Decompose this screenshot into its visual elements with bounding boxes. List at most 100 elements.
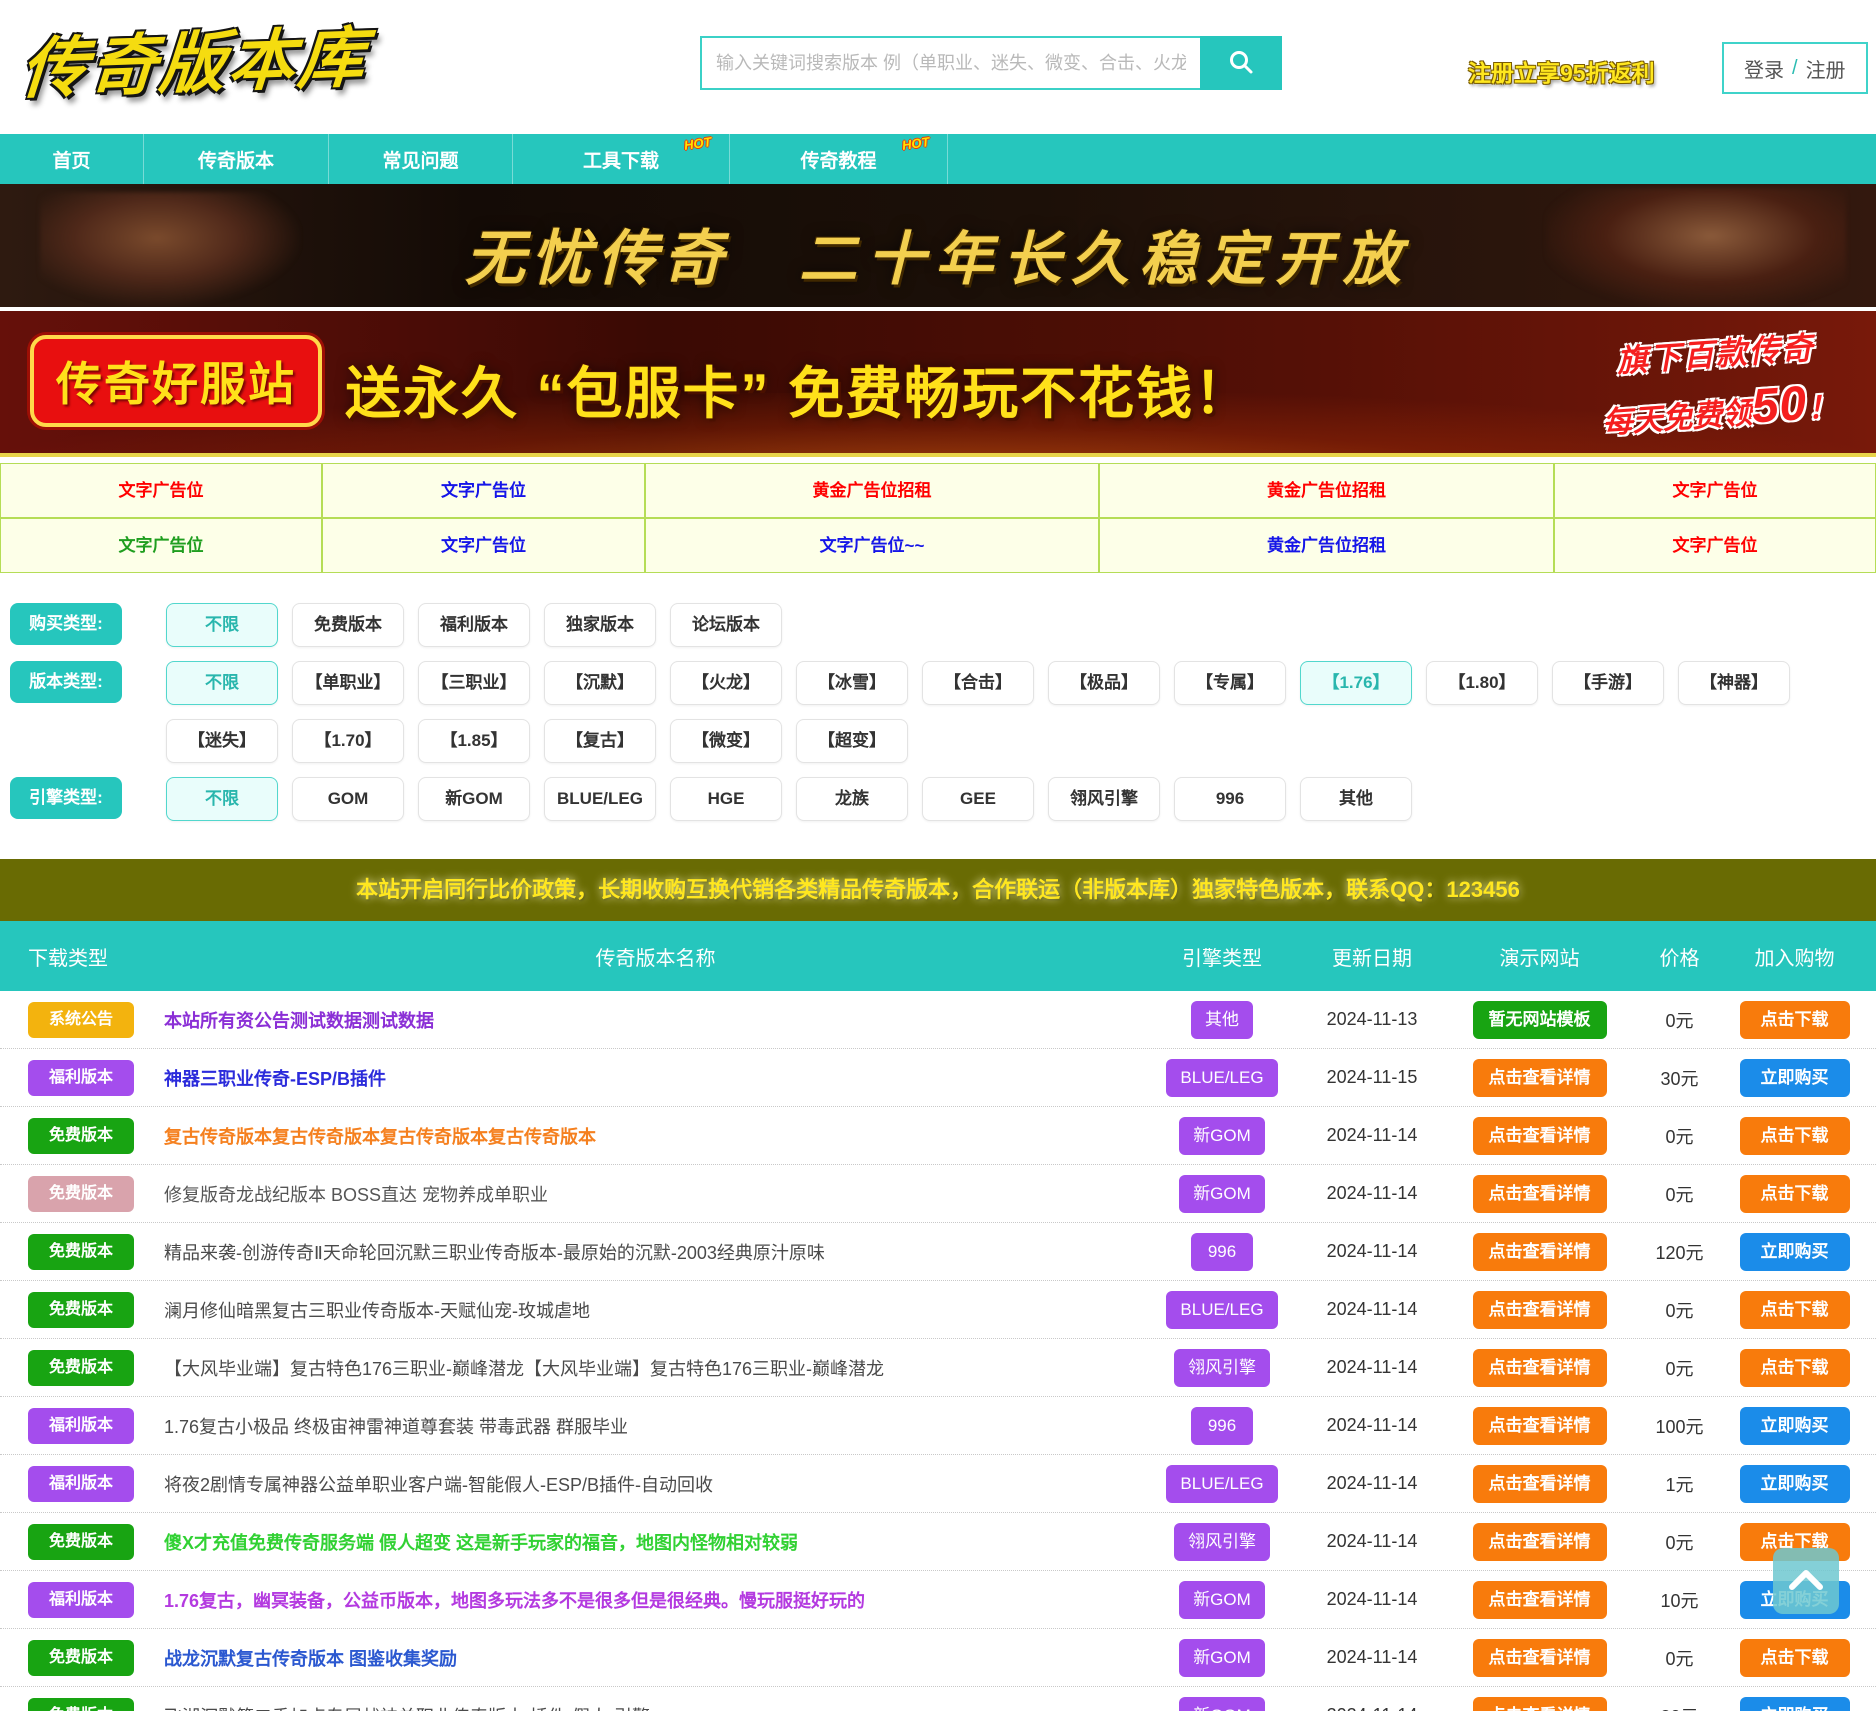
action-button[interactable]: 立即购买 bbox=[1740, 1407, 1850, 1445]
action-button[interactable]: 立即购买 bbox=[1740, 1465, 1850, 1503]
filter-option[interactable]: 【冰雪】 bbox=[796, 661, 908, 705]
filter-option[interactable]: 龙族 bbox=[796, 777, 908, 821]
filter-option[interactable]: 【1.76】 bbox=[1300, 661, 1412, 705]
filter-option[interactable]: 【单职业】 bbox=[292, 661, 404, 705]
action-button[interactable]: 点击下载 bbox=[1740, 1175, 1850, 1213]
filter-option[interactable]: 论坛版本 bbox=[670, 603, 782, 647]
demo-button[interactable]: 点击查看详情 bbox=[1473, 1349, 1607, 1387]
filter-option[interactable]: 【1.80】 bbox=[1426, 661, 1538, 705]
text-ad-slot[interactable]: 文字广告位 bbox=[322, 518, 645, 573]
back-to-top-button[interactable] bbox=[1773, 1548, 1839, 1614]
version-title-link[interactable]: 飞湖沉默第二季加点专属战神单职业传奇版本-插件-假人-引擎 bbox=[164, 1707, 650, 1711]
filter-option[interactable]: 不限 bbox=[166, 777, 278, 821]
version-title-link[interactable]: 神器三职业传奇-ESP/B插件 bbox=[164, 1069, 386, 1089]
filter-option[interactable]: 新GOM bbox=[418, 777, 530, 821]
filter-option[interactable]: 【1.85】 bbox=[418, 719, 530, 763]
login-label[interactable]: 登录 bbox=[1744, 54, 1784, 83]
filter-option[interactable]: 996 bbox=[1174, 777, 1286, 821]
text-ad-slot[interactable]: 黄金广告位招租 bbox=[645, 463, 1099, 518]
filter-option[interactable]: 独家版本 bbox=[544, 603, 656, 647]
version-title-link[interactable]: 【大风毕业端】复古特色176三职业-巅峰潜龙【大风毕业端】复古特色176三职业-… bbox=[164, 1359, 884, 1379]
filter-option[interactable]: 【手游】 bbox=[1552, 661, 1664, 705]
filter-option[interactable]: 翎风引擎 bbox=[1048, 777, 1160, 821]
text-ad-slot[interactable]: 文字广告位~~ bbox=[645, 518, 1099, 573]
demo-button[interactable]: 点击查看详情 bbox=[1473, 1407, 1607, 1445]
text-ad-slot[interactable]: 文字广告位 bbox=[0, 518, 322, 573]
filter-option[interactable]: GOM bbox=[292, 777, 404, 821]
table-row: 福利版本将夜2剧情专属神器公益单职业客户端-智能假人-ESP/B插件-自动回收B… bbox=[0, 1455, 1876, 1513]
nav-item-常见问题[interactable]: 常见问题 bbox=[329, 134, 513, 184]
demo-button[interactable]: 点击查看详情 bbox=[1473, 1697, 1607, 1711]
update-date: 2024-11-14 bbox=[1297, 1415, 1447, 1436]
version-title-link[interactable]: 战龙沉默复古传奇版本 图鉴收集奖励 bbox=[164, 1649, 457, 1669]
filter-option[interactable]: 【微变】 bbox=[670, 719, 782, 763]
demo-button[interactable]: 暂无网站模板 bbox=[1473, 1001, 1607, 1039]
filter-option[interactable]: 【1.70】 bbox=[292, 719, 404, 763]
filter-option[interactable]: 【专属】 bbox=[1174, 661, 1286, 705]
demo-button[interactable]: 点击查看详情 bbox=[1473, 1117, 1607, 1155]
filter-option[interactable]: 【神器】 bbox=[1678, 661, 1790, 705]
filter-option[interactable]: 不限 bbox=[166, 603, 278, 647]
nav-item-首页[interactable]: 首页 bbox=[0, 134, 144, 184]
demo-button[interactable]: 点击查看详情 bbox=[1473, 1523, 1607, 1561]
action-button[interactable]: 点击下载 bbox=[1740, 1117, 1850, 1155]
filter-option[interactable]: 【复古】 bbox=[544, 719, 656, 763]
version-title-link[interactable]: 精品来袭-创游传奇Ⅱ天命轮回沉默三职业传奇版本-最原始的沉默-2003经典原汁原… bbox=[164, 1243, 825, 1263]
filter-option[interactable]: 【超变】 bbox=[796, 719, 908, 763]
filter-option[interactable]: HGE bbox=[670, 777, 782, 821]
filter-option[interactable]: GEE bbox=[922, 777, 1034, 821]
filter-option[interactable]: 【三职业】 bbox=[418, 661, 530, 705]
search-button[interactable] bbox=[1200, 36, 1282, 90]
register-label[interactable]: 注册 bbox=[1806, 54, 1846, 83]
nav-item-工具下载[interactable]: 工具下载HOT bbox=[513, 134, 730, 184]
action-button[interactable]: 点击下载 bbox=[1740, 1291, 1850, 1329]
filter-option[interactable]: 【迷失】 bbox=[166, 719, 278, 763]
filter-option[interactable]: 免费版本 bbox=[292, 603, 404, 647]
demo-button[interactable]: 点击查看详情 bbox=[1473, 1291, 1607, 1329]
demo-button[interactable]: 点击查看详情 bbox=[1473, 1465, 1607, 1503]
version-title-link[interactable]: 复古传奇版本复古传奇版本复古传奇版本复古传奇版本 bbox=[164, 1127, 596, 1147]
page: 传奇版本库 注册立享95折返利 登录 / 注册 首页传奇版本常见问题工具下载HO… bbox=[0, 0, 1876, 1711]
text-ad-slot[interactable]: 黄金广告位招租 bbox=[1099, 463, 1554, 518]
filter-option[interactable]: 【沉默】 bbox=[544, 661, 656, 705]
version-title-link[interactable]: 本站所有资公告测试数据测试数据 bbox=[164, 1011, 434, 1031]
text-ad-slot[interactable]: 文字广告位 bbox=[322, 463, 645, 518]
text-ad-slot[interactable]: 文字广告位 bbox=[0, 463, 322, 518]
action-button[interactable]: 立即购买 bbox=[1740, 1233, 1850, 1271]
text-ad-slot[interactable]: 文字广告位 bbox=[1554, 463, 1876, 518]
action-button[interactable]: 点击下载 bbox=[1740, 1001, 1850, 1039]
demo-button[interactable]: 点击查看详情 bbox=[1473, 1581, 1607, 1619]
version-title-link[interactable]: 修复版奇龙战纪版本 BOSS直达 宠物养成单职业 bbox=[164, 1185, 548, 1205]
text-ad-slot[interactable]: 文字广告位 bbox=[1554, 518, 1876, 573]
nav-item-传奇教程[interactable]: 传奇教程HOT bbox=[730, 134, 948, 184]
search-input[interactable] bbox=[700, 36, 1200, 90]
action-button[interactable]: 点击下载 bbox=[1740, 1639, 1850, 1677]
nav-item-传奇版本[interactable]: 传奇版本 bbox=[144, 134, 329, 184]
filter-option[interactable]: 【火龙】 bbox=[670, 661, 782, 705]
filter-option[interactable]: 其他 bbox=[1300, 777, 1412, 821]
demo-button[interactable]: 点击查看详情 bbox=[1473, 1175, 1607, 1213]
demo-button[interactable]: 点击查看详情 bbox=[1473, 1639, 1607, 1677]
site-logo: 传奇版本库 bbox=[18, 4, 371, 112]
action-button[interactable]: 立即购买 bbox=[1740, 1059, 1850, 1097]
filter-option[interactable]: 【合击】 bbox=[922, 661, 1034, 705]
version-title-link[interactable]: 澜月修仙暗黑复古三职业传奇版本-天赋仙宠-玫城虐地 bbox=[164, 1301, 590, 1321]
login-register-button[interactable]: 登录 / 注册 bbox=[1722, 42, 1868, 94]
demo-button[interactable]: 点击查看详情 bbox=[1473, 1233, 1607, 1271]
engine-badge: 翎风引擎 bbox=[1174, 1523, 1270, 1561]
version-title-link[interactable]: 将夜2剧情专属神器公益单职业客户端-智能假人-ESP/B插件-自动回收 bbox=[164, 1475, 713, 1495]
banner-ad-second[interactable]: 传奇好服站 送永久 “包服卡” 免费畅玩不花钱！ 旗下百款传奇 每天免费领50！ bbox=[0, 311, 1876, 457]
filter-option[interactable]: BLUE/LEG bbox=[544, 777, 656, 821]
text-ad-slot[interactable]: 黄金广告位招租 bbox=[1099, 518, 1554, 573]
filter-option[interactable]: 【极品】 bbox=[1048, 661, 1160, 705]
action-button[interactable]: 点击下载 bbox=[1740, 1349, 1850, 1387]
version-title-link[interactable]: 1.76复古小极品 终极宙神雷神道尊套装 带毒武器 群服毕业 bbox=[164, 1417, 628, 1437]
action-button[interactable]: 立即购买 bbox=[1740, 1697, 1850, 1711]
filter-option[interactable]: 不限 bbox=[166, 661, 278, 705]
filter-option[interactable]: 福利版本 bbox=[418, 603, 530, 647]
version-title-link[interactable]: 傻X才充值免费传奇服务端 假人超变 这是新手玩家的福音，地图内怪物相对较弱 bbox=[164, 1533, 798, 1553]
update-date: 2024-11-14 bbox=[1297, 1125, 1447, 1146]
version-title-link[interactable]: 1.76复古，幽冥装备，公益币版本，地图多玩法多不是很多但是很经典。慢玩服挺好玩… bbox=[164, 1591, 865, 1611]
banner-ad-top[interactable]: 无忧传奇二十年长久稳定开放 bbox=[0, 184, 1876, 307]
demo-button[interactable]: 点击查看详情 bbox=[1473, 1059, 1607, 1097]
